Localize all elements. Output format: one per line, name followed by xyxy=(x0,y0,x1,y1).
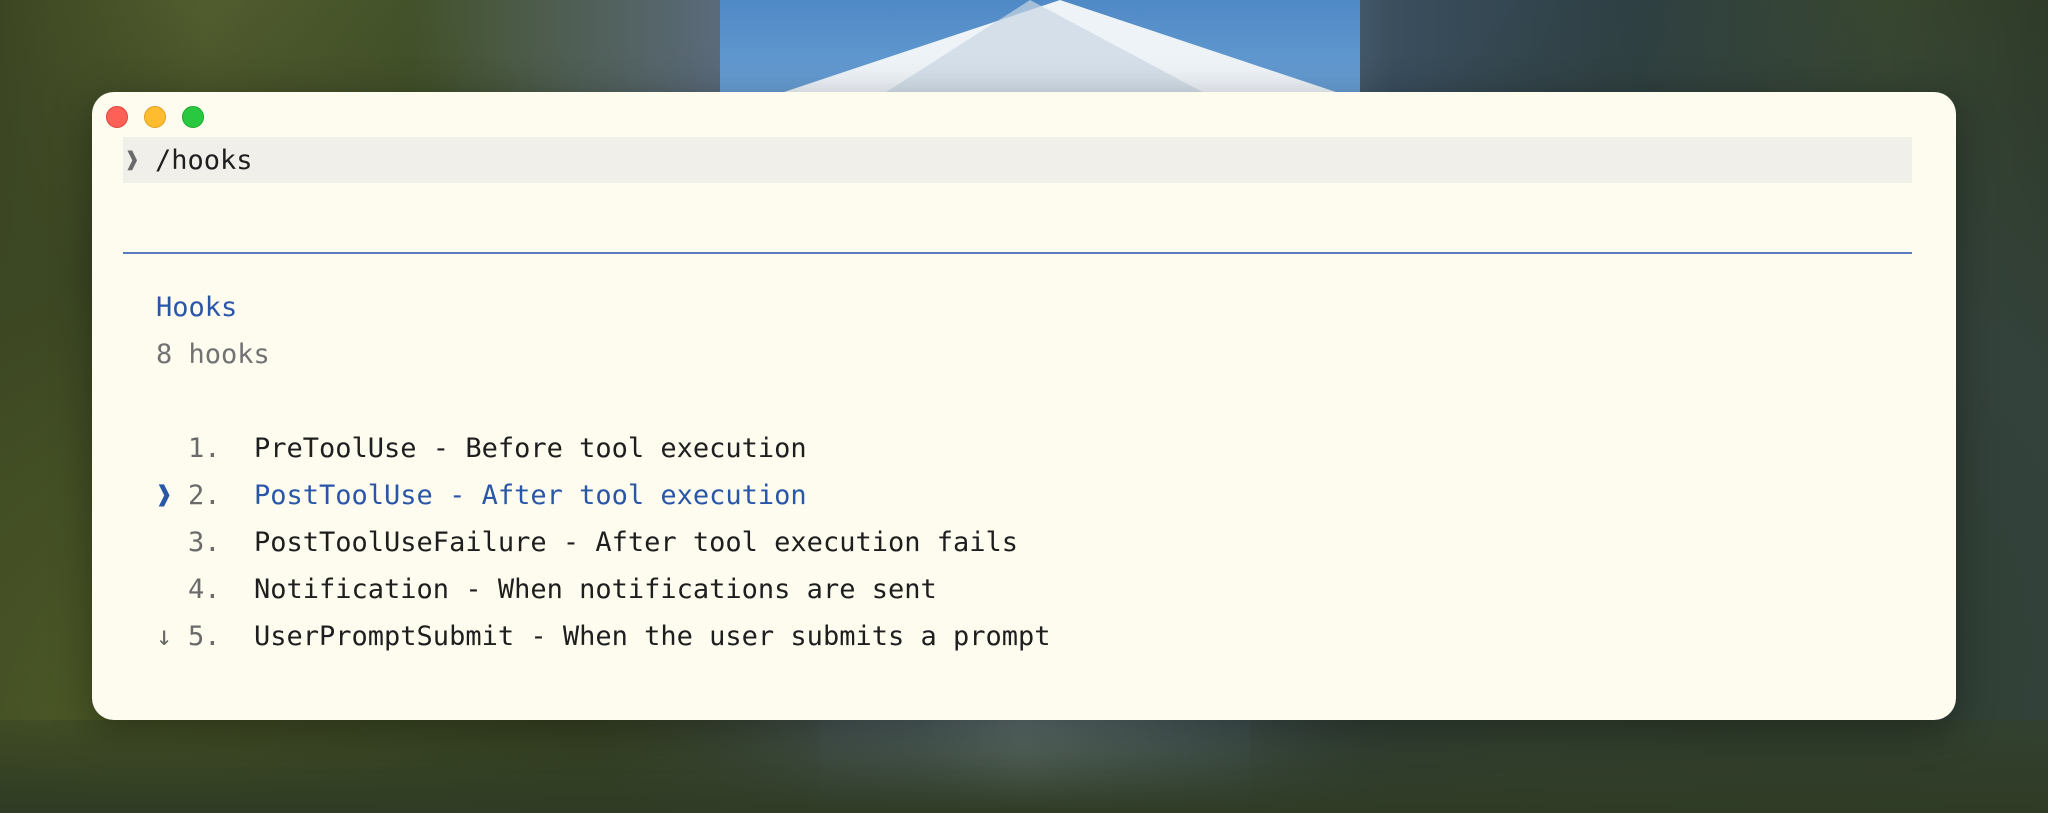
close-button[interactable] xyxy=(106,106,128,128)
hook-label: PreToolUse - Before tool execution xyxy=(254,433,807,464)
hook-label: UserPromptSubmit - When the user submits… xyxy=(254,621,1051,652)
prompt-input[interactable]: ❱ /hooks xyxy=(123,137,1912,183)
hook-label: Notification - When notifications are se… xyxy=(254,574,937,605)
terminal-window: ❱ /hooks Hooks 8 hooks 1. PreToolUse - B… xyxy=(92,92,1956,720)
background-mountain-ridge xyxy=(880,0,1210,96)
divider xyxy=(123,252,1912,254)
hook-item-notification[interactable]: 4. Notification - When notifications are… xyxy=(156,566,1051,613)
window-controls xyxy=(106,106,204,128)
background-sky xyxy=(720,0,1360,100)
hook-label: PostToolUseFailure - After tool executio… xyxy=(254,527,1019,558)
hook-number: 4. xyxy=(188,574,221,605)
background-mountain-peak xyxy=(760,0,1360,100)
zoom-button[interactable] xyxy=(182,106,204,128)
row-marker xyxy=(156,566,188,613)
row-marker xyxy=(156,519,188,566)
selection-pointer-icon: ❱ xyxy=(156,480,173,511)
hook-number: 3. xyxy=(188,527,221,558)
hook-label: PostToolUse - After tool execution xyxy=(254,480,807,511)
prompt-caret-icon: ❱ xyxy=(125,146,140,174)
scroll-down-icon: ↓ xyxy=(156,621,173,652)
prompt-command: /hooks xyxy=(155,144,253,176)
hook-item-posttoolusefailure[interactable]: 3. PostToolUseFailure - After tool execu… xyxy=(156,519,1051,566)
panel-title: Hooks xyxy=(156,292,238,323)
hooks-count: 8 hooks xyxy=(156,339,270,370)
hook-item-userpromptsubmit[interactable]: ↓ 5. UserPromptSubmit - When the user su… xyxy=(156,613,1051,660)
hook-number: 2. xyxy=(188,480,221,511)
background-forest xyxy=(0,720,2048,813)
hook-number: 5. xyxy=(188,621,221,652)
hook-number: 1. xyxy=(188,433,221,464)
hooks-list: 1. PreToolUse - Before tool execution ❱ … xyxy=(156,425,1051,660)
row-marker xyxy=(156,425,188,472)
hook-item-pretooluse[interactable]: 1. PreToolUse - Before tool execution xyxy=(156,425,1051,472)
minimize-button[interactable] xyxy=(144,106,166,128)
hook-item-posttooluse[interactable]: ❱ 2. PostToolUse - After tool execution xyxy=(156,472,1051,519)
hooks-panel: Hooks 8 hooks 1. PreToolUse - Before too… xyxy=(156,284,1051,660)
